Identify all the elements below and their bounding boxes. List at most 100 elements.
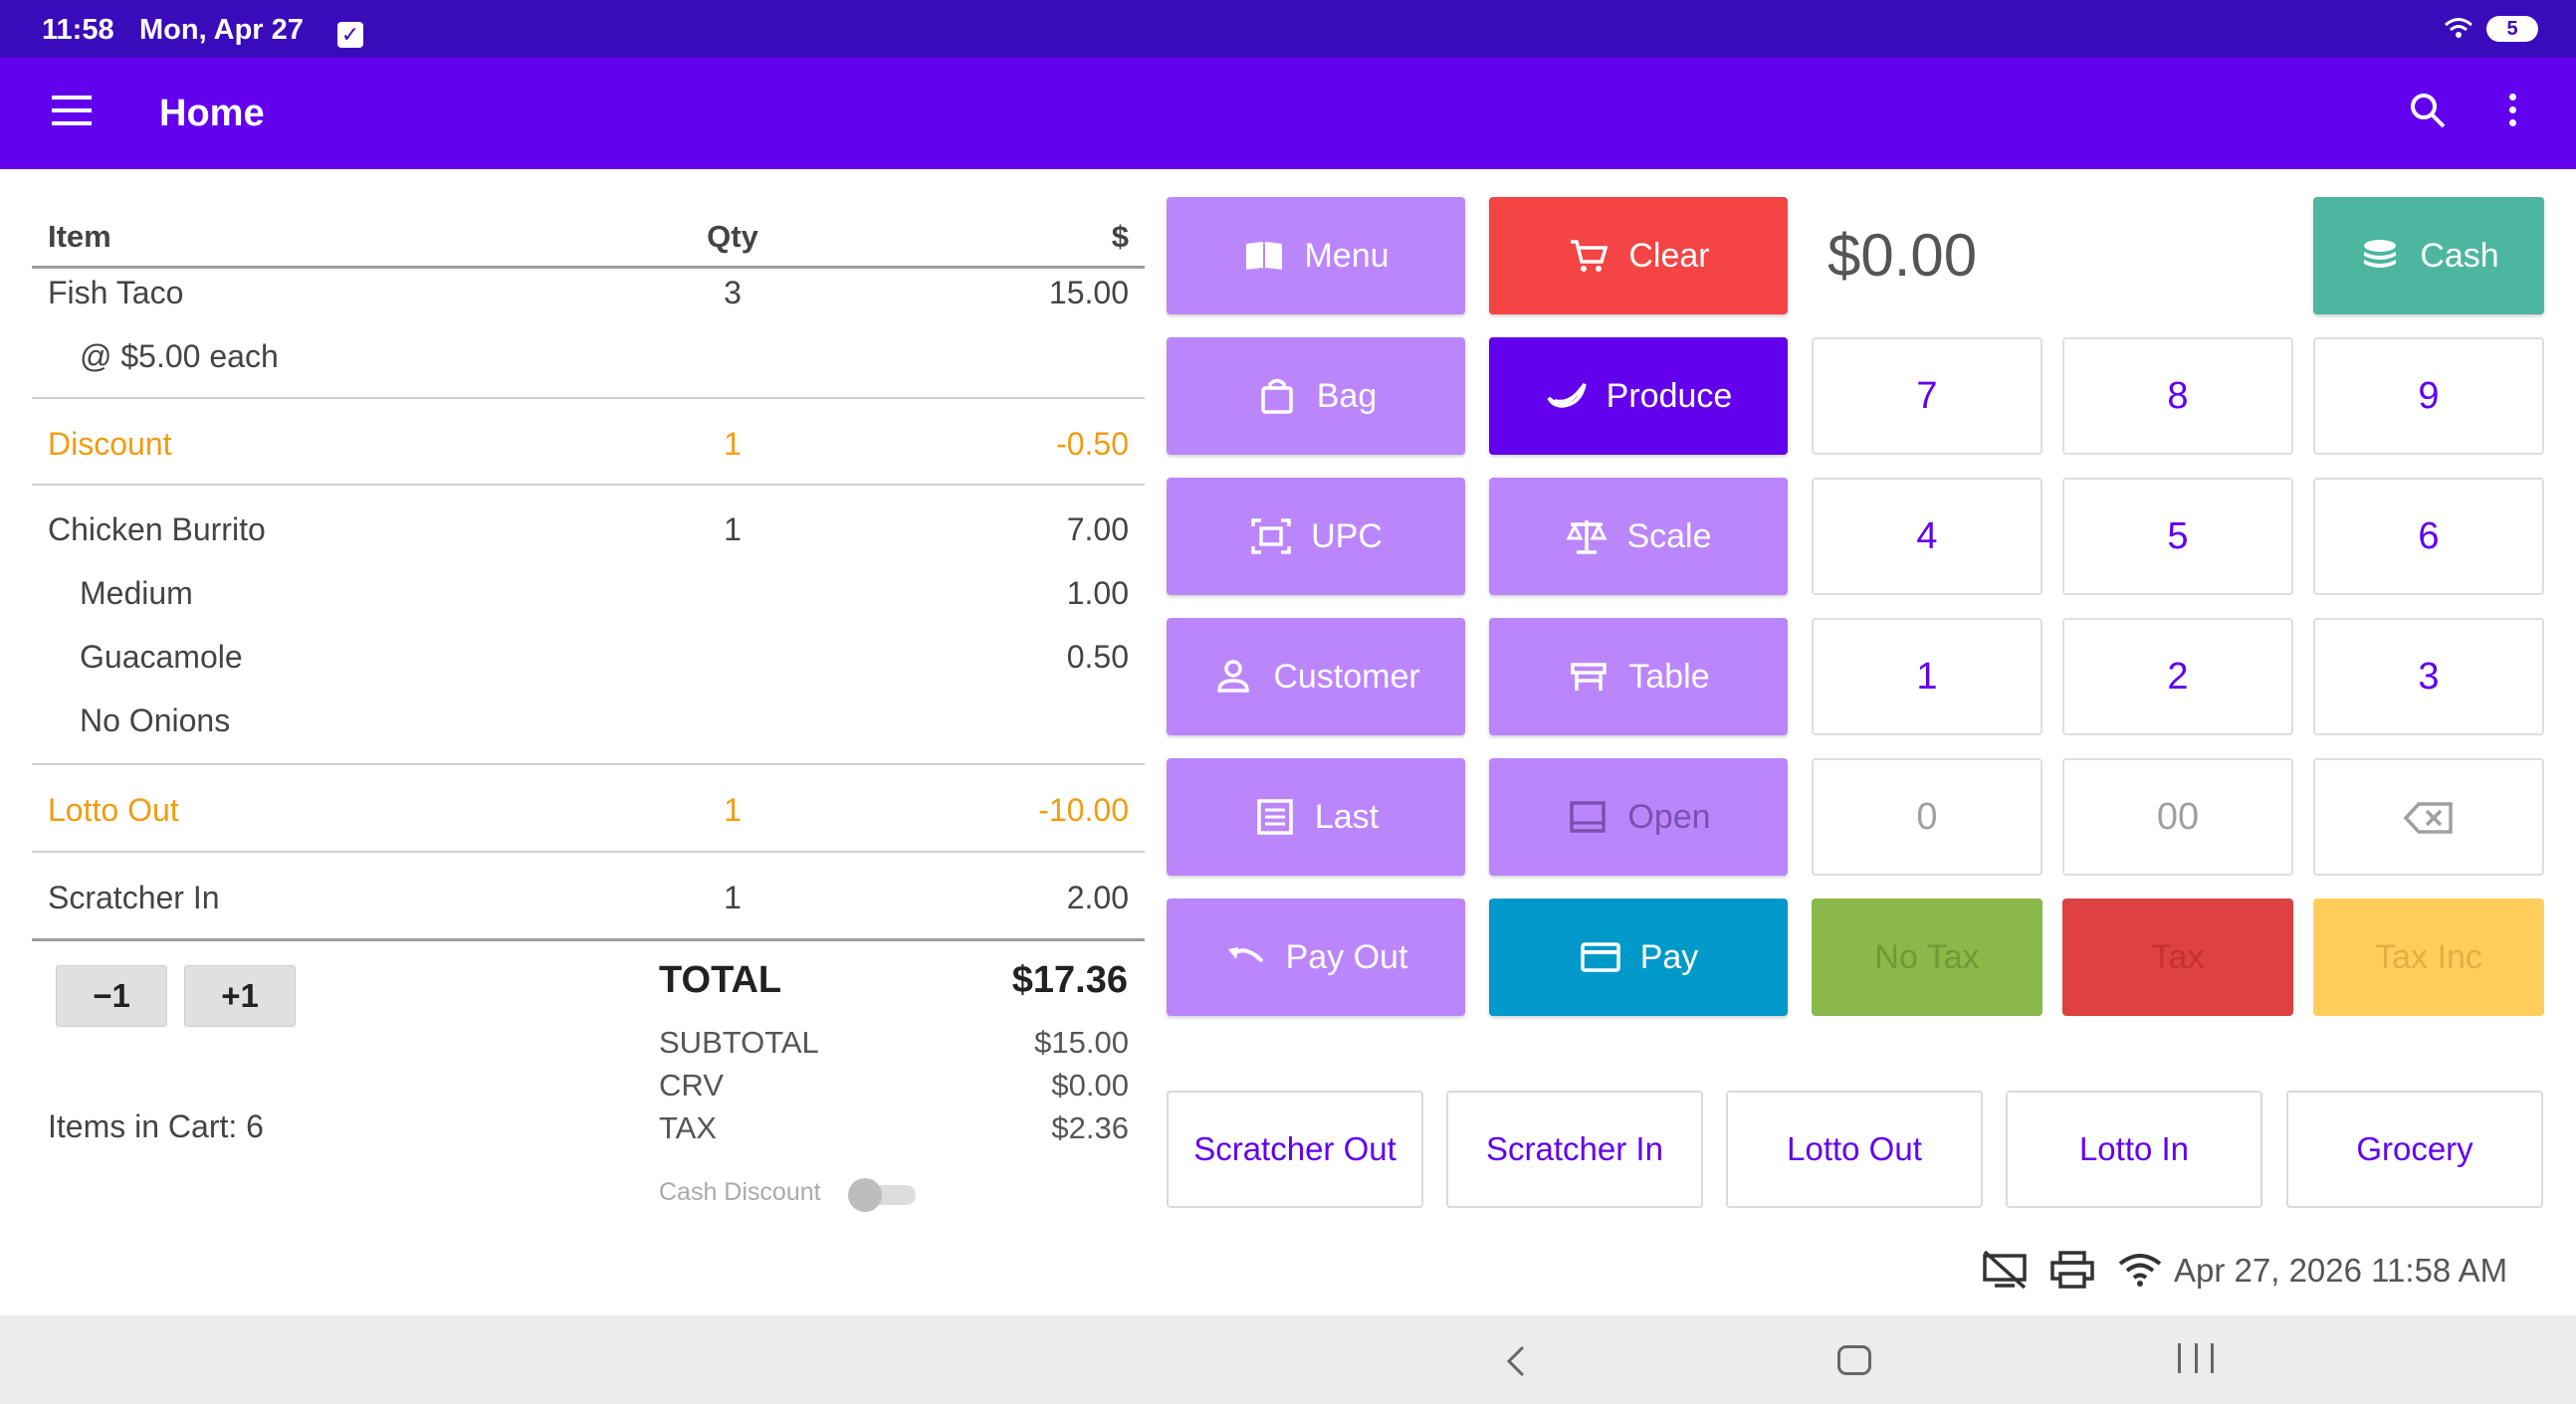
display-off-icon [1983,1250,2027,1290]
divider [32,851,1145,853]
cart-line-scratcher-in[interactable]: Scratcher In 1 2.00 [32,880,1145,939]
line-name: Discount [48,426,172,462]
search-icon[interactable] [2407,90,2451,133]
last-button[interactable]: Last [1167,758,1465,876]
line-qty: 1 [724,792,742,828]
quick-key-lotto-in[interactable]: Lotto In [2006,1091,2262,1208]
modifier-amount: 0.50 [1066,639,1129,675]
system-nav-bar [0,1315,2576,1404]
app-bar: Home [0,58,2576,169]
clear-button[interactable]: Clear [1489,197,1788,314]
status-bar: 11:58 Mon, Apr 27 ✓ 5 [0,0,2576,58]
cart-bottom-divider [32,938,1145,941]
modifier-amount: 1.00 [1066,575,1129,611]
device-status-icons [1981,1250,2164,1290]
line-qty: 1 [724,880,742,915]
produce-label: Produce [1606,376,1733,415]
key-4[interactable]: 4 [1812,478,2042,595]
cart-line-chicken-burrito[interactable]: Chicken Burrito 1 7.00 Medium 1.00 Guaca… [32,511,1145,760]
key-6[interactable]: 6 [2313,478,2544,595]
table-button[interactable]: Table [1489,618,1788,735]
amount-display: $0.00 [1827,222,1978,289]
cash-button[interactable]: Cash [2313,197,2544,314]
bag-button[interactable]: Bag [1167,337,1465,455]
cart-line-lotto-out[interactable]: Lotto Out 1 -10.00 [32,792,1145,852]
back-icon[interactable] [1501,1341,1531,1381]
cash-label: Cash [2420,236,2499,275]
clear-label: Clear [1628,236,1710,275]
cash-discount-label: Cash Discount [659,1178,821,1206]
crv-value: $0.00 [1051,1068,1129,1103]
open-label: Open [1627,797,1711,836]
backspace-key[interactable] [2313,758,2544,876]
quick-key-scratcher-out[interactable]: Scratcher Out [1167,1091,1423,1208]
cash-discount-toggle[interactable] [848,1178,918,1212]
cart-line-fish-taco[interactable]: Fish Taco 3 15.00 @ $5.00 each [32,275,1145,398]
pay-label: Pay [1639,937,1699,976]
divider [32,763,1145,765]
key-7[interactable]: 7 [1812,337,2042,455]
open-drawer-button[interactable]: Open [1489,758,1788,876]
quick-key-scratcher-in[interactable]: Scratcher In [1446,1091,1703,1208]
key-5[interactable]: 5 [2062,478,2293,595]
tax-button[interactable]: Tax [2062,899,2293,1016]
backspace-icon [2403,802,2453,834]
more-vert-icon[interactable] [2504,94,2520,133]
key-3[interactable]: 3 [2313,618,2544,735]
battery-icon: 5 [2486,16,2538,42]
line-amount: 7.00 [1066,511,1129,547]
undo-arrow-icon [1227,947,1263,963]
scale-label: Scale [1626,516,1712,555]
items-in-cart: Items in Cart: 6 [48,1108,264,1144]
customer-button[interactable]: Customer [1167,618,1465,735]
home-icon[interactable] [1837,1345,1871,1375]
quick-key-grocery[interactable]: Grocery [2286,1091,2543,1208]
wifi-status-icon [2445,18,2472,38]
modifier-name: Guacamole [80,639,243,675]
pay-out-button[interactable]: Pay Out [1167,899,1465,1016]
key-0[interactable]: 0 [1812,758,2042,876]
printer-icon [2050,1251,2094,1289]
modifier-name: No Onions [80,702,231,738]
scale-button[interactable]: Scale [1489,478,1788,595]
key-00[interactable]: 00 [2062,758,2293,876]
toggle-knob [848,1178,882,1212]
table-label: Table [1628,657,1710,696]
decrement-qty-button[interactable]: −1 [56,965,167,1027]
line-name: Chicken Burrito [48,511,266,547]
line-qty: 1 [724,511,742,547]
key-1[interactable]: 1 [1812,618,2042,735]
tax-label: TAX [659,1110,717,1145]
increment-qty-button[interactable]: +1 [184,965,296,1027]
banana-icon [1547,383,1587,408]
person-icon [1217,660,1250,693]
key-2[interactable]: 2 [2062,618,2293,735]
upc-label: UPC [1311,516,1383,555]
line-amount: -0.50 [1056,426,1129,462]
hamburger-menu-icon[interactable] [52,96,92,129]
receipt-icon [1257,799,1293,835]
modifier-name: Medium [80,575,193,611]
cart-line-discount[interactable]: Discount 1 -0.50 [32,426,1145,486]
key-9[interactable]: 9 [2313,337,2544,455]
footer-datetime: Apr 27, 2026 11:58 AM [2174,1252,2508,1289]
pay-button[interactable]: Pay [1489,899,1788,1016]
produce-button[interactable]: Produce [1489,337,1788,455]
line-unit-price: @ $5.00 each [80,338,279,374]
scale-icon [1567,520,1608,554]
tax-inc-button[interactable]: Tax Inc [2313,899,2544,1016]
line-amount: 2.00 [1066,880,1129,915]
book-icon [1246,242,1283,270]
no-tax-button[interactable]: No Tax [1812,899,2042,1016]
quick-key-lotto-out[interactable]: Lotto Out [1726,1091,1983,1208]
recents-icon[interactable] [2178,1343,2214,1377]
customer-label: Customer [1273,657,1420,696]
upc-button[interactable]: UPC [1167,478,1465,595]
divider [32,397,1145,399]
total-label: TOTAL [659,959,782,1001]
barcode-scan-icon [1251,518,1291,554]
col-header-qty: Qty [707,219,758,254]
key-8[interactable]: 8 [2062,337,2293,455]
menu-button[interactable]: Menu [1167,197,1465,314]
col-header-item: Item [48,219,111,254]
